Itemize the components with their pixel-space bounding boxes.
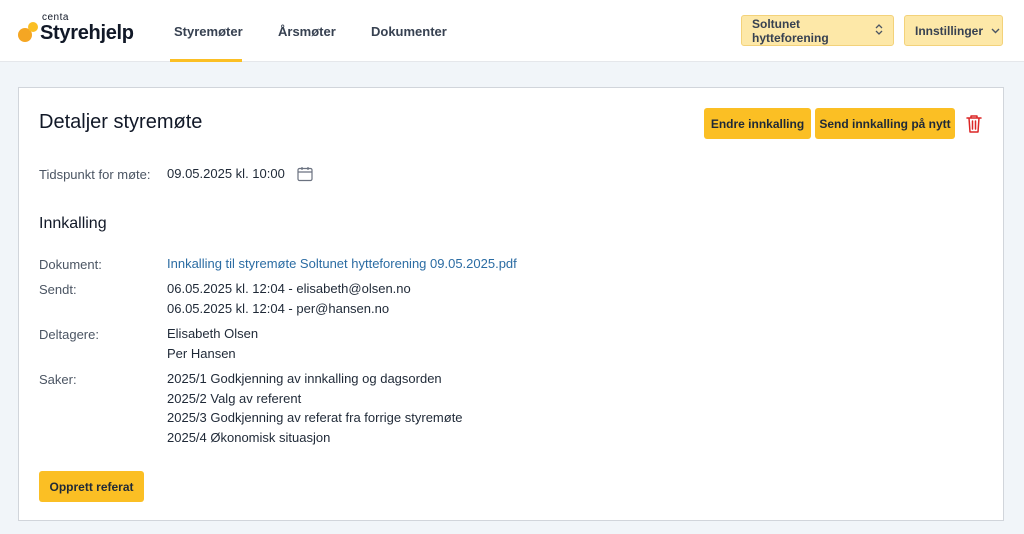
nav-arsmoter[interactable]: Årsmøter [278, 24, 336, 39]
list-item: 2025/2 Valg av referent [167, 390, 302, 406]
logo-mark-icon [18, 22, 40, 44]
chevron-updown-icon [875, 24, 883, 37]
chevron-down-icon [991, 26, 1000, 36]
meeting-time-value: 09.05.2025 kl. 10:00 [167, 166, 285, 181]
settings-dropdown-label: Innstillinger [915, 23, 984, 38]
resend-invitation-button[interactable]: Send innkalling på nytt [815, 108, 955, 139]
settings-dropdown[interactable]: Innstillinger [904, 15, 1003, 46]
list-item: 2025/3 Godkjenning av referat fra forrig… [167, 410, 463, 425]
invitation-document-link[interactable]: Innkalling til styremøte Soltunet hyttef… [167, 256, 517, 271]
section-title-innkalling: Innkalling [39, 215, 107, 232]
cases-list: 2025/1 Godkjenning av innkalling og dags… [167, 369, 463, 447]
cases-label: Saker: [39, 372, 77, 387]
list-item: Elisabeth Olsen [167, 326, 259, 341]
brand-logo[interactable]: centa Styrehjelp [18, 12, 148, 52]
organization-select-label: Soltunet hytteforening [752, 16, 829, 45]
calendar-icon[interactable] [297, 166, 313, 182]
list-item: 06.05.2025 kl. 12:04 - per@hansen.no [167, 300, 390, 316]
sent-label: Sendt: [39, 282, 77, 297]
nav-styremoter[interactable]: Styremøter [174, 24, 243, 39]
participants-label: Deltagere: [39, 327, 99, 342]
page-title: Detaljer styremøte [39, 111, 203, 133]
participants-list: Elisabeth Olsen Per Hansen [167, 324, 258, 363]
nav-active-indicator [170, 59, 242, 62]
document-label: Dokument: [39, 257, 102, 272]
list-item: 06.05.2025 kl. 12:04 - elisabeth@olsen.n… [167, 281, 411, 296]
nav-dokumenter[interactable]: Dokumenter [371, 24, 447, 39]
meeting-details-card: Detaljer styremøte Endre innkalling Send… [18, 87, 1004, 521]
brand-name: Styrehjelp [40, 22, 134, 44]
list-item: 2025/1 Godkjenning av innkalling og dags… [167, 371, 442, 386]
trash-icon[interactable] [965, 114, 983, 134]
organization-select[interactable]: Soltunet hytteforening [741, 15, 894, 46]
meeting-time-label: Tidspunkt for møte: [39, 167, 151, 182]
top-header: centa Styrehjelp Styremøter Årsmøter Dok… [0, 0, 1024, 62]
create-minutes-button[interactable]: Opprett referat [39, 471, 144, 502]
sent-list: 06.05.2025 kl. 12:04 - elisabeth@olsen.n… [167, 279, 411, 318]
edit-invitation-button[interactable]: Endre innkalling [704, 108, 811, 139]
list-item: 2025/4 Økonomisk situasjon [167, 429, 331, 445]
list-item: Per Hansen [167, 345, 236, 361]
